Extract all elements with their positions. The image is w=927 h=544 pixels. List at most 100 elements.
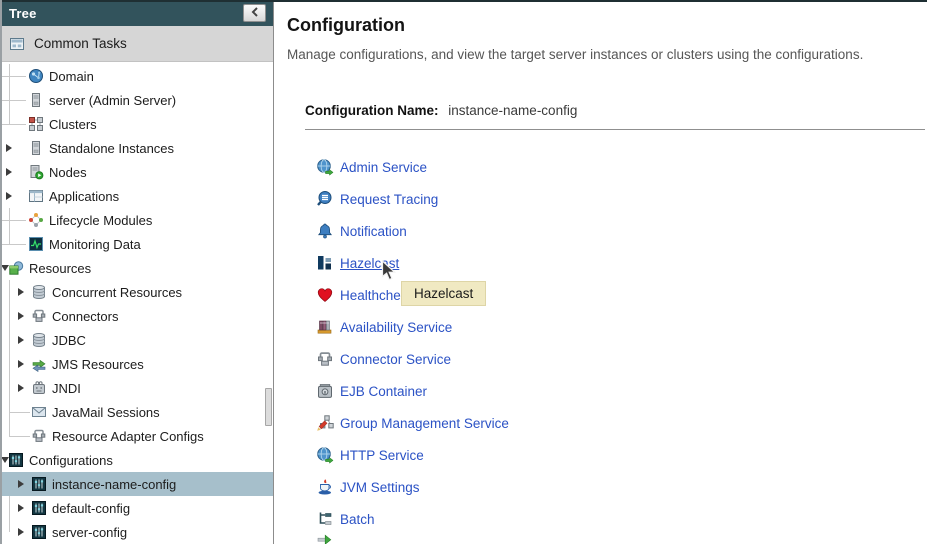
group-pencil-icon	[316, 414, 334, 432]
tree-item-label: Nodes	[49, 164, 87, 180]
collapse-tree-button[interactable]	[243, 4, 266, 22]
server-icon	[28, 92, 44, 108]
link-notification[interactable]: Notification	[316, 222, 407, 240]
window-top-border	[0, 0, 927, 2]
tree-item-resources[interactable]: Resources	[0, 256, 273, 280]
link-connector-service[interactable]: Connector Service	[316, 350, 451, 368]
configuration-name-label: Configuration Name:	[305, 103, 439, 118]
configuration-name-row: Configuration Name: instance-name-config	[305, 103, 577, 118]
tree-connector	[2, 99, 26, 101]
tree-item-label: Configurations	[29, 452, 113, 468]
tree-item-label: server (Admin Server)	[49, 92, 177, 108]
configuration-links-list: Admin Service Request Tracing Notificati…	[316, 151, 509, 544]
tree-connector	[9, 435, 30, 437]
mouse-cursor	[381, 260, 397, 281]
link-admin-service[interactable]: Admin Service	[316, 158, 427, 176]
tree-item-label: Connectors	[52, 308, 119, 324]
link-ejb-container[interactable]: EJB Container	[316, 382, 427, 400]
tree-item-concurrent-resources[interactable]: Concurrent Resources	[0, 280, 273, 304]
expand-arrow-icon[interactable]	[6, 144, 12, 152]
sidebar-item-common-tasks[interactable]: Common Tasks	[0, 26, 273, 62]
tree-item-label: instance-name-config	[52, 476, 177, 492]
expand-arrow-icon[interactable]	[18, 336, 24, 344]
configuration-panel: Configuration Manage configurations, and…	[275, 2, 927, 544]
link-request-tracing[interactable]: Request Tracing	[316, 190, 438, 208]
tree-item-resource-adapter-configs[interactable]: Resource Adapter Configs	[0, 424, 273, 448]
tree-panel-title: Tree	[9, 5, 37, 21]
tree-connector	[2, 243, 26, 245]
expand-arrow-icon[interactable]	[18, 504, 24, 512]
config-icon	[31, 524, 47, 540]
connector-icon	[316, 350, 334, 368]
tree-item-applications[interactable]: Applications	[0, 184, 273, 208]
link-availability-service[interactable]: Availability Service	[316, 318, 452, 336]
window-grid-icon	[9, 36, 25, 52]
expand-arrow-icon[interactable]	[18, 480, 24, 488]
link-http-service[interactable]: HTTP Service	[316, 446, 424, 464]
ejb-safe-icon	[316, 382, 334, 400]
horizontal-divider	[305, 129, 925, 130]
expand-arrow-icon[interactable]	[18, 288, 24, 296]
tree-item-label: JDBC	[52, 332, 86, 348]
tree-item-server-config[interactable]: server-config	[0, 520, 273, 544]
tree-connector	[2, 75, 26, 77]
java-cup-icon	[316, 478, 334, 496]
window-left-border	[0, 0, 2, 544]
tree-item-label: default-config	[52, 500, 131, 516]
page-description: Manage configurations, and view the targ…	[287, 47, 864, 62]
tree-item-label: server-config	[52, 524, 128, 540]
tree-scrollbar-thumb[interactable]	[265, 388, 272, 426]
tree-item-label: Standalone Instances	[49, 140, 175, 156]
database-icon	[31, 284, 47, 300]
config-icon	[31, 476, 47, 492]
tree-item-instance-name-config[interactable]: instance-name-config	[0, 472, 273, 496]
link-batch[interactable]: Batch	[316, 510, 375, 528]
tree-item-default-config[interactable]: default-config	[0, 496, 273, 520]
chevron-left-icon	[249, 6, 261, 21]
jndi-book-icon	[31, 380, 47, 396]
page-title: Configuration	[287, 15, 405, 35]
tree-item-jdbc[interactable]: JDBC	[0, 328, 273, 352]
expand-arrow-icon[interactable]	[6, 168, 12, 176]
tree-item-javamail-sessions[interactable]: JavaMail Sessions	[0, 400, 273, 424]
connector-icon	[31, 308, 47, 324]
lifecycle-icon	[28, 212, 44, 228]
green-arrow-icon	[316, 530, 334, 544]
expand-arrow-icon[interactable]	[18, 360, 24, 368]
tree-item-jndi[interactable]: JNDI	[0, 376, 273, 400]
monitoring-icon	[28, 236, 44, 252]
tree-item-standalone-instances[interactable]: Standalone Instances	[0, 136, 273, 160]
tree-item-label: Clusters	[49, 116, 97, 132]
tree-item-clusters[interactable]: Clusters	[0, 112, 273, 136]
tree-item-label: JNDI	[52, 380, 81, 396]
tree-item-server[interactable]: server (Admin Server)	[0, 88, 273, 112]
tree-item-nodes[interactable]: Nodes	[0, 160, 273, 184]
tree-item-label: Lifecycle Modules	[49, 212, 153, 228]
link-jvm-settings[interactable]: JVM Settings	[316, 478, 420, 496]
node-icon	[28, 164, 44, 180]
expand-arrow-icon[interactable]	[18, 384, 24, 392]
expand-arrow-icon[interactable]	[18, 312, 24, 320]
tree-item-connectors[interactable]: Connectors	[0, 304, 273, 328]
jms-arrows-icon	[31, 356, 47, 372]
expand-arrow-icon[interactable]	[6, 192, 12, 200]
heart-icon	[316, 286, 334, 304]
tree-item-label: Concurrent Resources	[52, 284, 183, 300]
link-healthcheck[interactable]: Healthcheck	[316, 286, 414, 304]
tree-item-label: Resources	[29, 260, 92, 276]
tree-item-configurations[interactable]: Configurations	[0, 448, 273, 472]
tree-item-label: Domain	[49, 68, 94, 84]
resources-icon	[8, 260, 24, 276]
tree-item-lifecycle-modules[interactable]: Lifecycle Modules	[0, 208, 273, 232]
tree-item-jms-resources[interactable]: JMS Resources	[0, 352, 273, 376]
tree-item-domain[interactable]: Domain	[0, 64, 273, 88]
expand-arrow-icon[interactable]	[18, 528, 24, 536]
bell-icon	[316, 222, 334, 240]
server-icon	[28, 140, 44, 156]
tree-item-monitoring-data[interactable]: Monitoring Data	[0, 232, 273, 256]
config-icon	[31, 500, 47, 516]
link-group-management-service[interactable]: Group Management Service	[316, 414, 509, 432]
common-tasks-label: Common Tasks	[34, 36, 127, 51]
navigation-tree: Domain server (Admin Server) Clusters St…	[0, 64, 273, 544]
availability-icon	[316, 318, 334, 336]
